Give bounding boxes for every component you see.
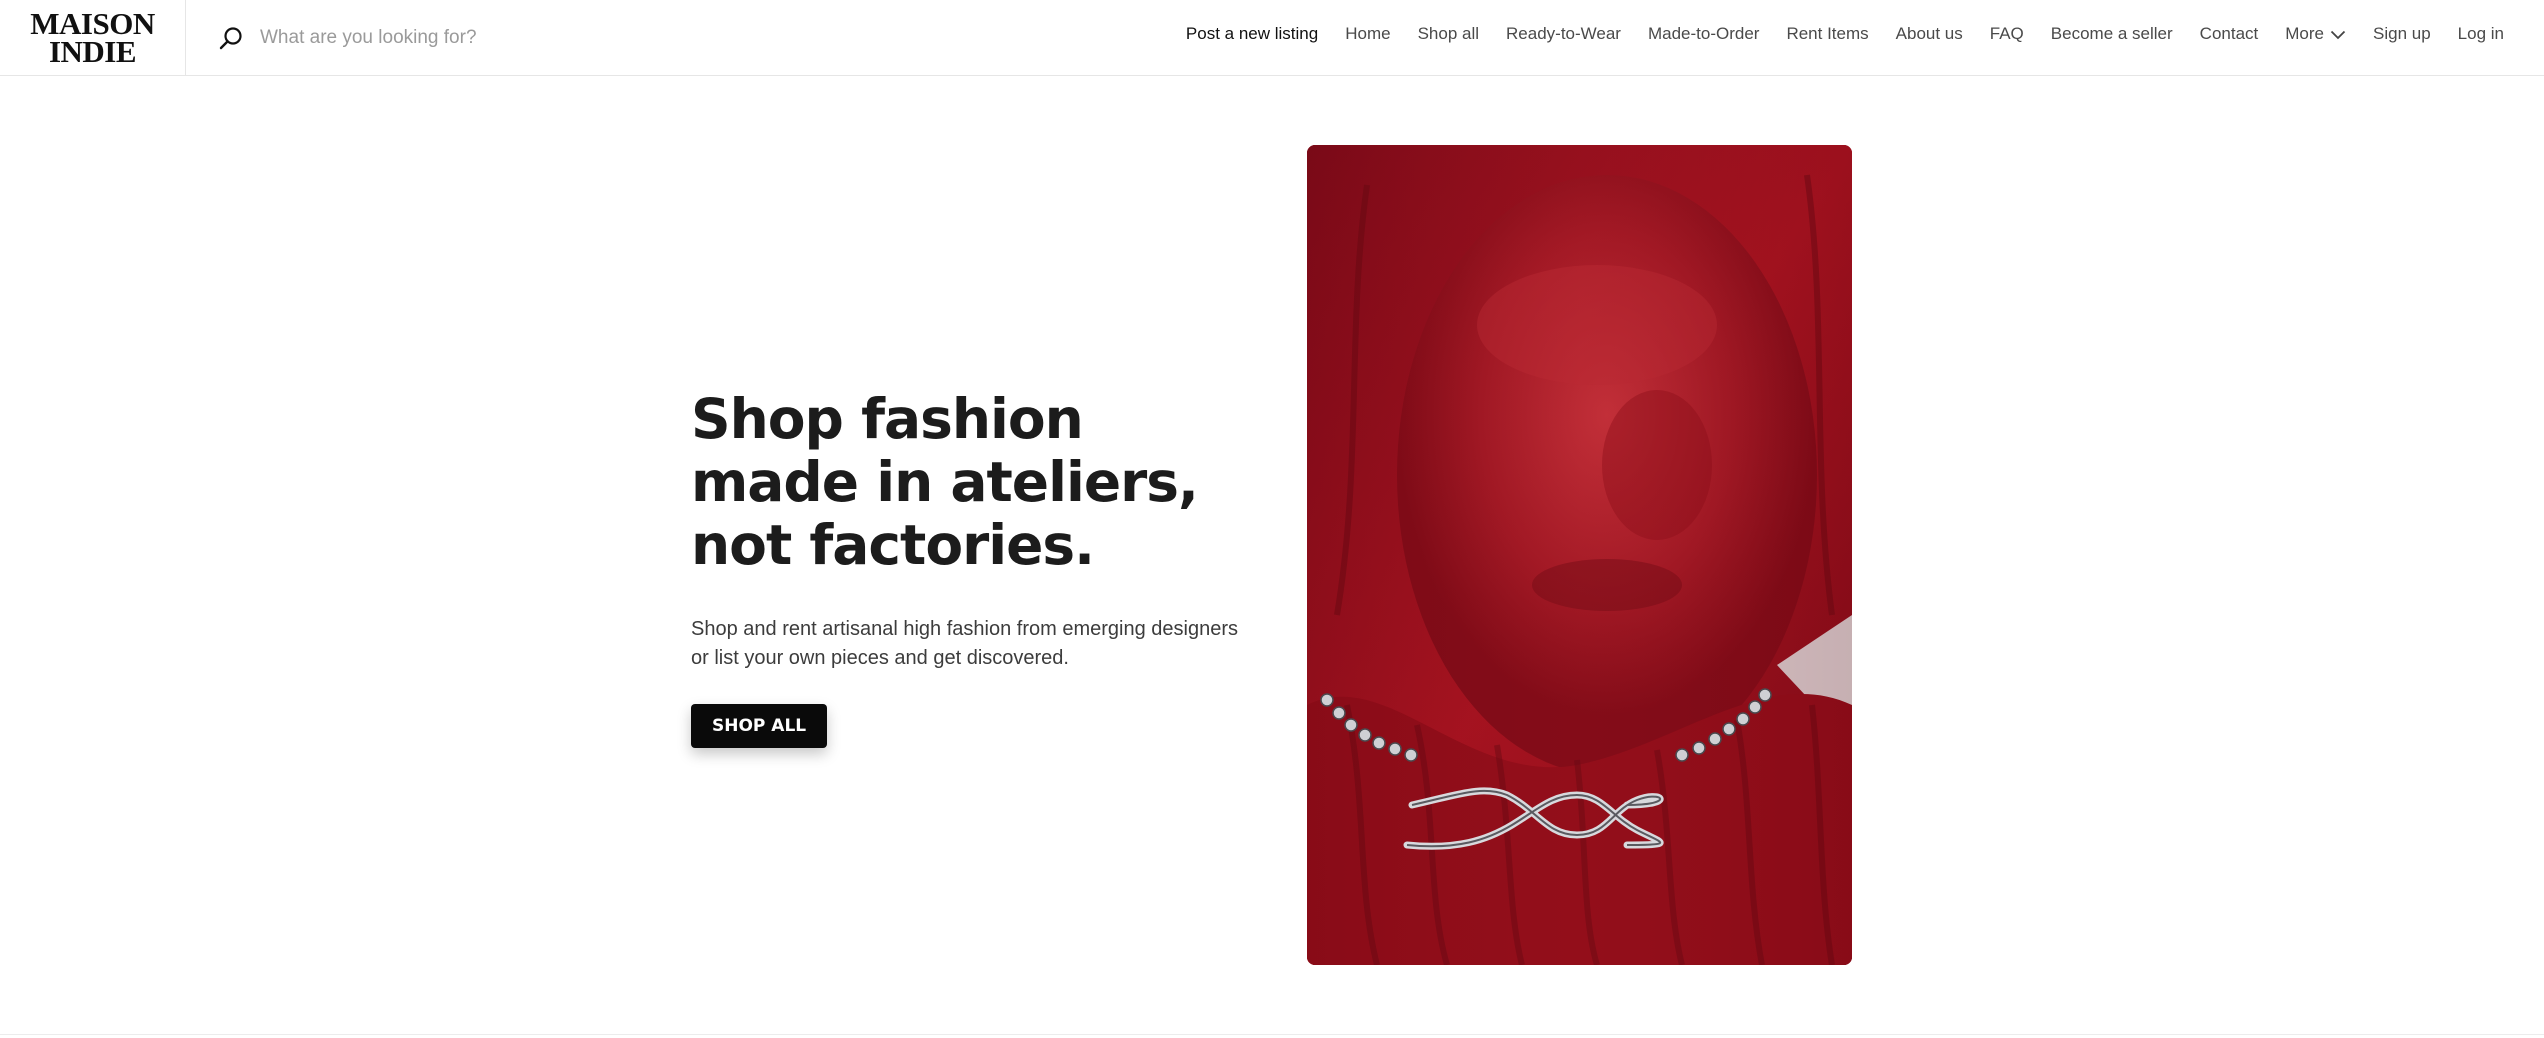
nav-log-in[interactable]: Log in	[2458, 24, 2504, 44]
hero-headline: Shop fashion made in ateliers, not facto…	[691, 388, 1251, 577]
main-nav: Post a new listing Home Shop all Ready-t…	[1186, 0, 2504, 68]
nav-sign-up[interactable]: Sign up	[2373, 24, 2431, 44]
nav-made-to-order[interactable]: Made-to-Order	[1648, 24, 1759, 44]
nav-more-label: More	[2285, 24, 2324, 43]
nav-become-seller[interactable]: Become a seller	[2051, 24, 2173, 44]
section-divider	[0, 1034, 2544, 1035]
top-navigation-bar: MAISON INDIE Post a new listing Home Sho…	[0, 0, 2544, 76]
hero-subtext: Shop and rent artisanal high fashion fro…	[691, 618, 1238, 669]
hero-headline-line-2: made in ateliers,	[691, 450, 1199, 514]
hero-section: Shop fashion made in ateliers, not facto…	[691, 388, 1251, 748]
search-icon[interactable]	[218, 23, 248, 53]
hero-image	[1307, 145, 1852, 965]
hero-headline-line-3: not factories.	[691, 513, 1095, 577]
nav-ready-to-wear[interactable]: Ready-to-Wear	[1506, 24, 1621, 44]
nav-about-us[interactable]: About us	[1896, 24, 1963, 44]
nav-rent-items[interactable]: Rent Items	[1786, 24, 1868, 44]
search-bar	[218, 14, 738, 62]
brand-logo[interactable]: MAISON INDIE	[0, 0, 186, 75]
hero-headline-line-1: Shop fashion	[691, 387, 1084, 451]
search-input[interactable]	[260, 18, 720, 58]
nav-post-listing[interactable]: Post a new listing	[1186, 24, 1318, 44]
nav-shop-all[interactable]: Shop all	[1418, 24, 1479, 44]
chevron-down-icon	[2330, 30, 2346, 39]
nav-more-dropdown[interactable]: More	[2285, 24, 2346, 44]
nav-contact[interactable]: Contact	[2200, 24, 2259, 44]
nav-faq[interactable]: FAQ	[1990, 24, 2024, 44]
shop-all-button[interactable]: SHOP ALL	[691, 704, 828, 748]
logo-line-2: INDIE	[48, 33, 137, 69]
nav-home[interactable]: Home	[1345, 24, 1390, 44]
